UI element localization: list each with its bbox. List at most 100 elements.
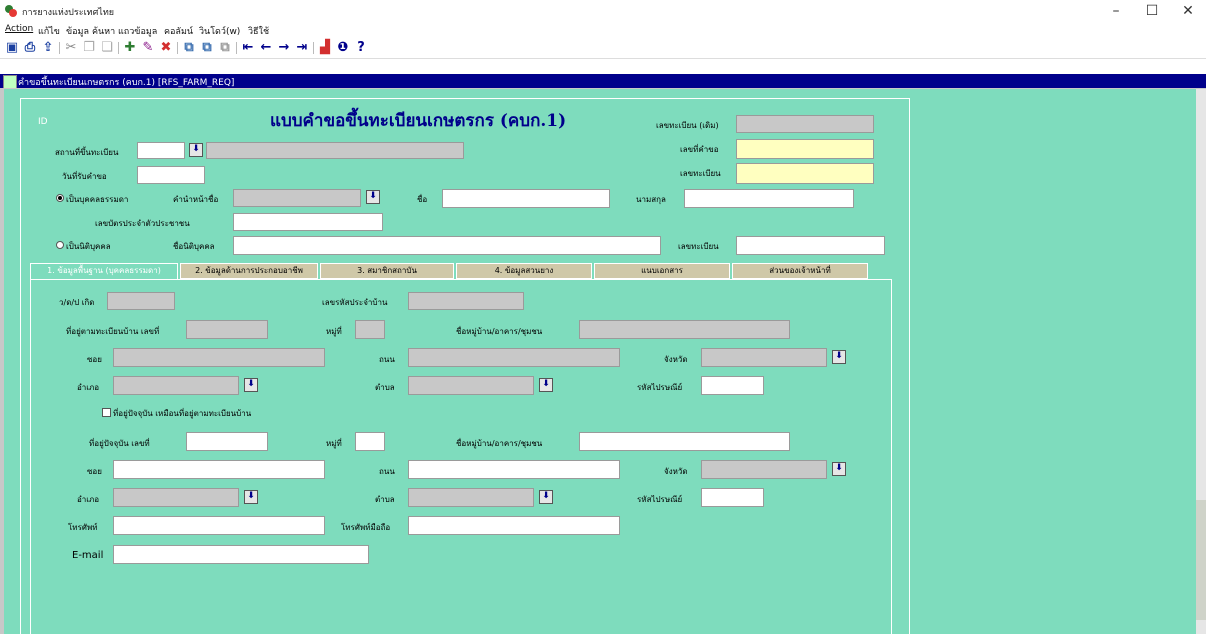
reg-postcode-field[interactable] (701, 376, 764, 395)
chart-icon[interactable]: ▟ (317, 40, 333, 56)
scrollbar-thumb[interactable] (1196, 500, 1206, 620)
prefix-label: คำนำหน้าชื่อ (173, 195, 219, 204)
old-reg-label: เลขทะเบียน (เดิม) (656, 121, 719, 130)
cur-village-label: ชื่อหมู่บ้าน/อาคาร/ชุมชน (456, 439, 543, 448)
cur-road-field[interactable] (408, 460, 620, 479)
cur-village-field[interactable] (579, 432, 790, 451)
help-icon[interactable]: ? (353, 40, 369, 56)
natural-person-label: เป็นบุคคลธรรมดา (66, 195, 129, 204)
tab-basic-info[interactable]: 1. ข้อมูลพื้นฐาน (บุคคลธรรมดา) (30, 263, 178, 279)
reg-road-field[interactable] (408, 348, 620, 367)
id-card-field[interactable] (233, 213, 383, 231)
menu-search[interactable]: ค้นหา (92, 24, 115, 38)
dropdown-arrow-icon[interactable]: ⬇ (189, 143, 203, 157)
natural-person-radio[interactable] (56, 194, 64, 202)
menu-window[interactable]: วินโดว์(w) (199, 24, 240, 38)
form-icon (3, 75, 17, 89)
menu-action[interactable]: Action (5, 24, 33, 34)
phone-field[interactable] (113, 516, 325, 535)
cut-icon[interactable]: ✂ (63, 40, 79, 56)
reg-province-field[interactable] (701, 348, 827, 367)
dropdown-arrow-icon[interactable]: ⬇ (832, 350, 846, 364)
tab-attachments[interactable]: แนบเอกสาร (594, 263, 730, 279)
cur-tambon-field[interactable] (408, 488, 534, 507)
reg-amphoe-label: อำเภอ (77, 383, 100, 392)
reg-soi-field[interactable] (113, 348, 325, 367)
tab-occupation[interactable]: 2. ข้อมูลด้านการประกอบอาชีพ (180, 263, 318, 279)
first-record-icon[interactable]: ⇤ (240, 40, 256, 56)
menu-edit[interactable]: แก้ไข (38, 24, 60, 38)
reg-place-label: สถานที่ขึ้นทะเบียน (55, 148, 119, 157)
menu-row-data[interactable]: แถวข้อมูล (118, 24, 157, 38)
dropdown-arrow-icon[interactable]: ⬇ (832, 462, 846, 476)
juristic-reg-field[interactable] (736, 236, 885, 255)
cur-soi-field[interactable] (113, 460, 325, 479)
duplicate-icon[interactable]: ⧉ (181, 40, 197, 56)
edit-record-icon[interactable]: ✎ (140, 40, 156, 56)
cur-province-label: จังหวัด (664, 467, 688, 476)
reg-no-field[interactable] (736, 163, 874, 184)
copy-icon[interactable]: ❐ (81, 40, 97, 56)
last-record-icon[interactable]: ⇥ (294, 40, 310, 56)
delete-record-icon[interactable]: ✖ (158, 40, 174, 56)
cur-moo-field[interactable] (355, 432, 385, 451)
toolbar-separator (59, 42, 60, 54)
duplicate-record-icon[interactable]: ⧉ (199, 40, 215, 56)
reg-place-code-field[interactable] (137, 142, 185, 159)
dropdown-arrow-icon[interactable]: ⬇ (366, 190, 380, 204)
reg-moo-label: หมู่ที่ (326, 327, 342, 336)
juristic-reg-label: เลขทะเบียน (678, 242, 719, 251)
cur-house-no-field[interactable] (186, 432, 268, 451)
tab-officer-section[interactable]: ส่วนของเจ้าหน้าที่ (732, 263, 868, 279)
save-icon[interactable]: ▣ (4, 40, 20, 56)
reg-village-field[interactable] (579, 320, 790, 339)
reg-tambon-field[interactable] (408, 376, 534, 395)
menu-data[interactable]: ข้อมูล (66, 24, 89, 38)
cur-amphoe-field[interactable] (113, 488, 239, 507)
minimize-button[interactable]: – (1098, 0, 1134, 22)
cur-moo-label: หมู่ที่ (326, 439, 342, 448)
tab-institution-member[interactable]: 3. สมาชิกสถาบัน (320, 263, 454, 279)
email-field[interactable] (113, 545, 369, 564)
reg-amphoe-field[interactable] (113, 376, 239, 395)
cur-province-field[interactable] (701, 460, 827, 479)
house-code-field[interactable] (408, 292, 524, 310)
maximize-button[interactable]: ☐ (1134, 0, 1170, 22)
juristic-name-field[interactable] (233, 236, 661, 255)
cur-postcode-field[interactable] (701, 488, 764, 507)
dropdown-arrow-icon[interactable]: ⬇ (539, 378, 553, 392)
request-no-field[interactable] (736, 139, 874, 159)
exit-icon[interactable]: ⇪ (40, 40, 56, 56)
dropdown-arrow-icon[interactable]: ⬇ (244, 378, 258, 392)
birthdate-field[interactable] (107, 292, 175, 310)
clear-icon[interactable]: ⧉ (217, 40, 233, 56)
next-record-icon[interactable]: → (276, 40, 292, 56)
tab-rubber-plantation[interactable]: 4. ข้อมูลสวนยาง (456, 263, 592, 279)
mobile-field[interactable] (408, 516, 620, 535)
dropdown-arrow-icon[interactable]: ⬇ (244, 490, 258, 504)
surname-field[interactable] (684, 189, 854, 208)
paste-icon[interactable]: ❏ (99, 40, 115, 56)
receive-date-field[interactable] (137, 166, 205, 184)
old-reg-field[interactable] (736, 115, 874, 133)
birthdate-label: ว/ด/ป เกิด (59, 298, 95, 307)
juristic-person-radio[interactable] (56, 241, 64, 249)
dropdown-arrow-icon[interactable]: ⬇ (539, 490, 553, 504)
reg-province-label: จังหวัด (664, 355, 688, 364)
first-name-field[interactable] (442, 189, 610, 208)
close-button[interactable]: ✕ (1170, 0, 1206, 22)
toolbar-separator (177, 42, 178, 54)
same-address-checkbox[interactable] (102, 408, 111, 417)
reg-house-no-field[interactable] (186, 320, 268, 339)
previous-record-icon[interactable]: ← (258, 40, 274, 56)
menu-column[interactable]: คอลัมน์ (164, 24, 193, 38)
reg-moo-field[interactable] (355, 320, 385, 339)
id-label: ID (38, 117, 48, 127)
cur-road-label: ถนน (379, 467, 395, 476)
print-icon[interactable]: ⎙ (22, 40, 38, 56)
prefix-field[interactable] (233, 189, 361, 207)
menu-help[interactable]: วิธีใช้ (248, 24, 269, 38)
info-icon[interactable]: ❶ (335, 40, 351, 56)
reg-place-name-field (206, 142, 464, 159)
insert-record-icon[interactable]: ✚ (122, 40, 138, 56)
